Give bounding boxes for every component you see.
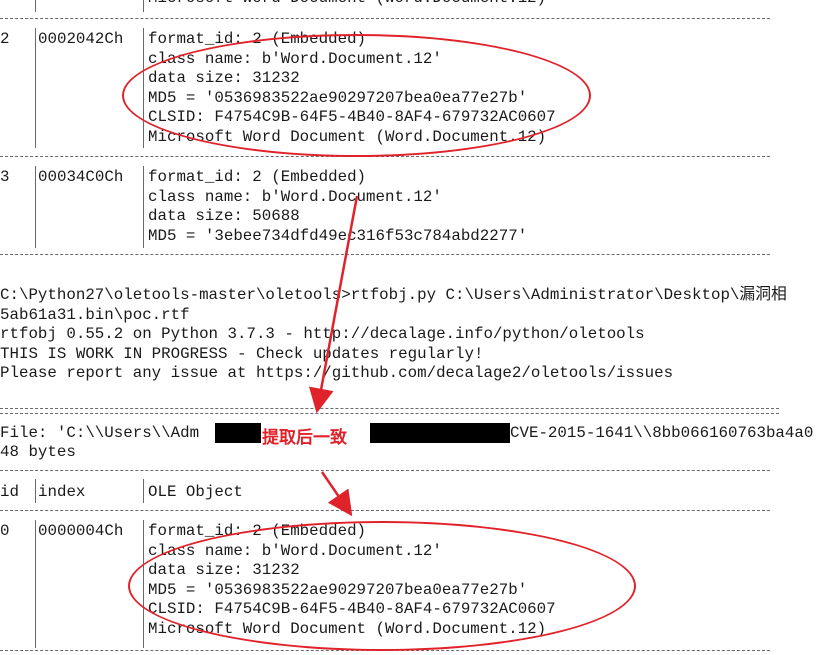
header-index: index — [38, 483, 86, 501]
ole-line: MD5 = '3ebee734dfd49ec316f53c784abd2277' — [148, 227, 528, 245]
row-index: 00034C0Ch — [38, 168, 124, 186]
row-separator — [0, 254, 770, 255]
row-id: 0 — [0, 522, 10, 540]
ole-line: format_id: 2 (Embedded) — [148, 168, 367, 186]
row-separator — [0, 18, 770, 19]
row-id: 3 — [0, 168, 10, 186]
highlight-ellipse — [122, 34, 591, 157]
top-partial-line: Microsoft Word Document (Word.Document.1… — [148, 0, 546, 9]
row-id: 2 — [0, 30, 10, 48]
redaction-bar — [215, 423, 261, 443]
info-line: Please report any issue at https://githu… — [0, 364, 674, 382]
column-divider — [143, 166, 144, 248]
row-separator — [0, 510, 770, 511]
column-divider — [35, 520, 36, 648]
info-line: THIS IS WORK IN PROGRESS - Check updates… — [0, 345, 484, 363]
annotation-label: 提取后一致 — [262, 428, 347, 448]
arrow-down-to-table — [320, 471, 353, 517]
redaction-bar — [370, 423, 510, 443]
header-ole-object: OLE Object — [148, 483, 243, 501]
terminal-output: Microsoft Word Document (Word.Document.1… — [0, 0, 831, 655]
info-line: rtfobj 0.55.2 on Python 3.7.3 - http://d… — [0, 325, 645, 343]
file-line-end: CVE-2015-1641\\8bb066160763ba4a0 — [510, 424, 814, 442]
file-line-start: File: 'C:\\Users\\Adm — [0, 424, 200, 442]
row-separator — [0, 470, 770, 471]
command-line: C:\Python27\oletools-master\oletools>rtf… — [0, 286, 787, 304]
row-index: 0002042Ch — [38, 30, 124, 48]
row-index: 0000004Ch — [38, 522, 124, 540]
column-divider — [35, 166, 36, 248]
header-id: id — [0, 483, 19, 501]
highlight-ellipse — [128, 521, 636, 651]
column-divider — [35, 28, 36, 148]
column-divider — [143, 479, 144, 503]
ole-line: data size: 50688 — [148, 207, 300, 225]
column-divider — [35, 479, 36, 503]
bytes-line: 48 bytes — [0, 443, 76, 461]
column-divider — [35, 0, 36, 12]
command-line-wrap: 5ab61a31.bin\poc.rtf — [0, 306, 190, 324]
double-separator — [0, 408, 779, 414]
ole-line: class name: b'Word.Document.12' — [148, 188, 442, 206]
column-divider — [143, 0, 144, 12]
